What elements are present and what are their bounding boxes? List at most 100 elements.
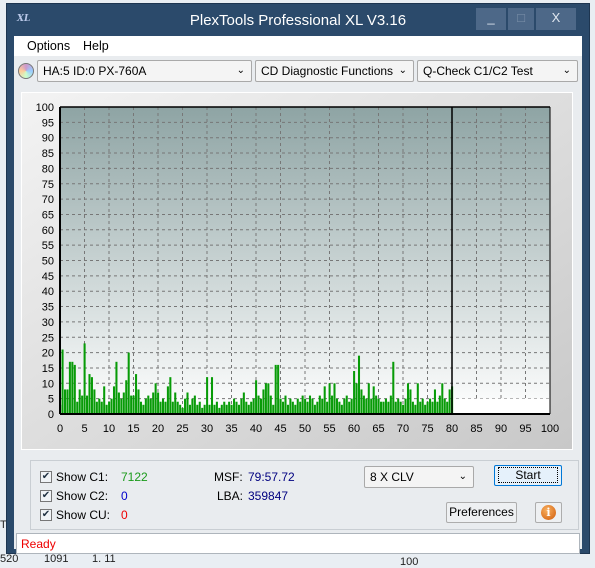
c1-bar [431, 401, 434, 414]
c1-bar [313, 404, 316, 414]
c1-bar [235, 401, 238, 414]
c1-bar [291, 401, 294, 414]
c1-bar [421, 398, 424, 414]
c1-bar [433, 389, 436, 414]
c1-bar [355, 383, 358, 414]
show-cu-checkbox[interactable]: ✔ [40, 509, 52, 521]
c1-bar [179, 404, 182, 414]
x-tick-label: 90 [495, 423, 507, 435]
c1-bar [250, 401, 253, 414]
show-c1-checkbox[interactable]: ✔ [40, 471, 52, 483]
c1-bar [230, 404, 233, 414]
background-text: 1. 11 [92, 553, 116, 565]
c1-bar [86, 395, 89, 414]
c1-bar [377, 398, 380, 414]
c1-bar [331, 395, 334, 414]
c1-bar [117, 392, 120, 414]
c1-bar [404, 398, 407, 414]
c1-bar [166, 386, 169, 414]
c1-bar [68, 361, 71, 414]
c1-bar [424, 404, 427, 414]
c1-bar [340, 404, 343, 414]
c1-bar [267, 383, 270, 414]
c1-bar [206, 377, 209, 414]
c1-bar [144, 398, 147, 414]
c1-bar [237, 404, 240, 414]
c1-bar [93, 389, 96, 414]
x-tick-label: 85 [470, 423, 482, 435]
c1-bar [282, 401, 285, 414]
c1-bar [406, 383, 410, 414]
c1-bar [441, 383, 444, 414]
c1-bar [154, 383, 157, 414]
y-tick-label: 30 [42, 317, 54, 329]
x-tick-label: 15 [127, 423, 139, 435]
c1-bar [333, 383, 336, 414]
c1-bar [66, 389, 69, 414]
c1-bar [274, 364, 277, 414]
c1-bar [105, 404, 108, 414]
background-text: 1091 [44, 553, 69, 565]
menu-help[interactable]: Help [83, 39, 109, 53]
lba-label: LBA: [217, 489, 244, 503]
drive-select[interactable]: HA:5 ID:0 PX-760A ⌄ [37, 60, 252, 82]
minimize-button[interactable]: _ [476, 8, 506, 30]
c1-bar [220, 404, 223, 414]
c1-bar [362, 395, 365, 414]
lba-value: 359847 [248, 489, 289, 503]
c1-bar [198, 401, 201, 414]
c1-bar [353, 371, 356, 414]
c1-bar [284, 395, 287, 414]
test-value: Q-Check C1/C2 Test [423, 64, 533, 78]
c1-bar [139, 401, 142, 414]
c1-bar [438, 395, 441, 414]
close-button[interactable]: X [536, 8, 576, 30]
c1-bar [164, 401, 167, 414]
c1-bar [328, 383, 331, 414]
c1-bar [257, 395, 260, 414]
start-button[interactable]: Start [494, 465, 562, 486]
y-tick-label: 20 [42, 348, 54, 360]
x-tick-label: 50 [299, 423, 311, 435]
c1-bar [262, 389, 265, 414]
c1-bar [157, 392, 160, 414]
preferences-button[interactable]: Preferences [446, 502, 517, 523]
info-icon: i [541, 505, 556, 520]
show-c2-checkbox[interactable]: ✔ [40, 490, 52, 502]
c1-bar [63, 389, 67, 414]
speed-select[interactable]: 8 X CLV ⌄ [364, 466, 474, 488]
c1-bar [380, 401, 383, 414]
c1-bar [95, 401, 98, 414]
c1-bar [152, 392, 155, 414]
y-tick-label: 60 [42, 225, 54, 237]
c1-bar [277, 364, 280, 414]
c1-bar [215, 401, 218, 414]
c1-bar [357, 355, 361, 414]
c1-bar [73, 364, 76, 414]
y-tick-label: 65 [42, 209, 54, 221]
y-tick-label: 55 [42, 240, 54, 252]
show-c2-label: Show C2: [56, 489, 109, 503]
c1-bar [78, 389, 81, 414]
c1-bar [137, 389, 140, 414]
menu-options[interactable]: Options [27, 39, 70, 53]
c1-bar [147, 395, 150, 414]
test-select[interactable]: Q-Check C1/C2 Test ⌄ [417, 60, 578, 82]
c1-bar [402, 404, 405, 414]
maximize-button[interactable]: □ [508, 8, 534, 30]
c1-bar [193, 395, 196, 414]
c1-bar [186, 392, 189, 414]
c1-bar [233, 398, 236, 414]
info-button[interactable]: i [535, 502, 562, 523]
c1-bar [382, 401, 385, 414]
c1-bar [252, 398, 255, 414]
c1-bar [326, 401, 329, 414]
c1-c2-chart: 0 5 10 15 20 25 30 35 40 45 50 55 60 65 70 75 80 85 90 95 10… [36, 102, 560, 435]
c1-bar [120, 398, 123, 414]
function-select[interactable]: CD Diagnostic Functions ⌄ [255, 60, 414, 82]
y-tick-label: 35 [42, 302, 54, 314]
c1-bar [149, 398, 152, 414]
c1-bar [311, 398, 314, 414]
x-tick-label: 100 [541, 423, 559, 435]
y-tick-label: 70 [42, 194, 54, 206]
